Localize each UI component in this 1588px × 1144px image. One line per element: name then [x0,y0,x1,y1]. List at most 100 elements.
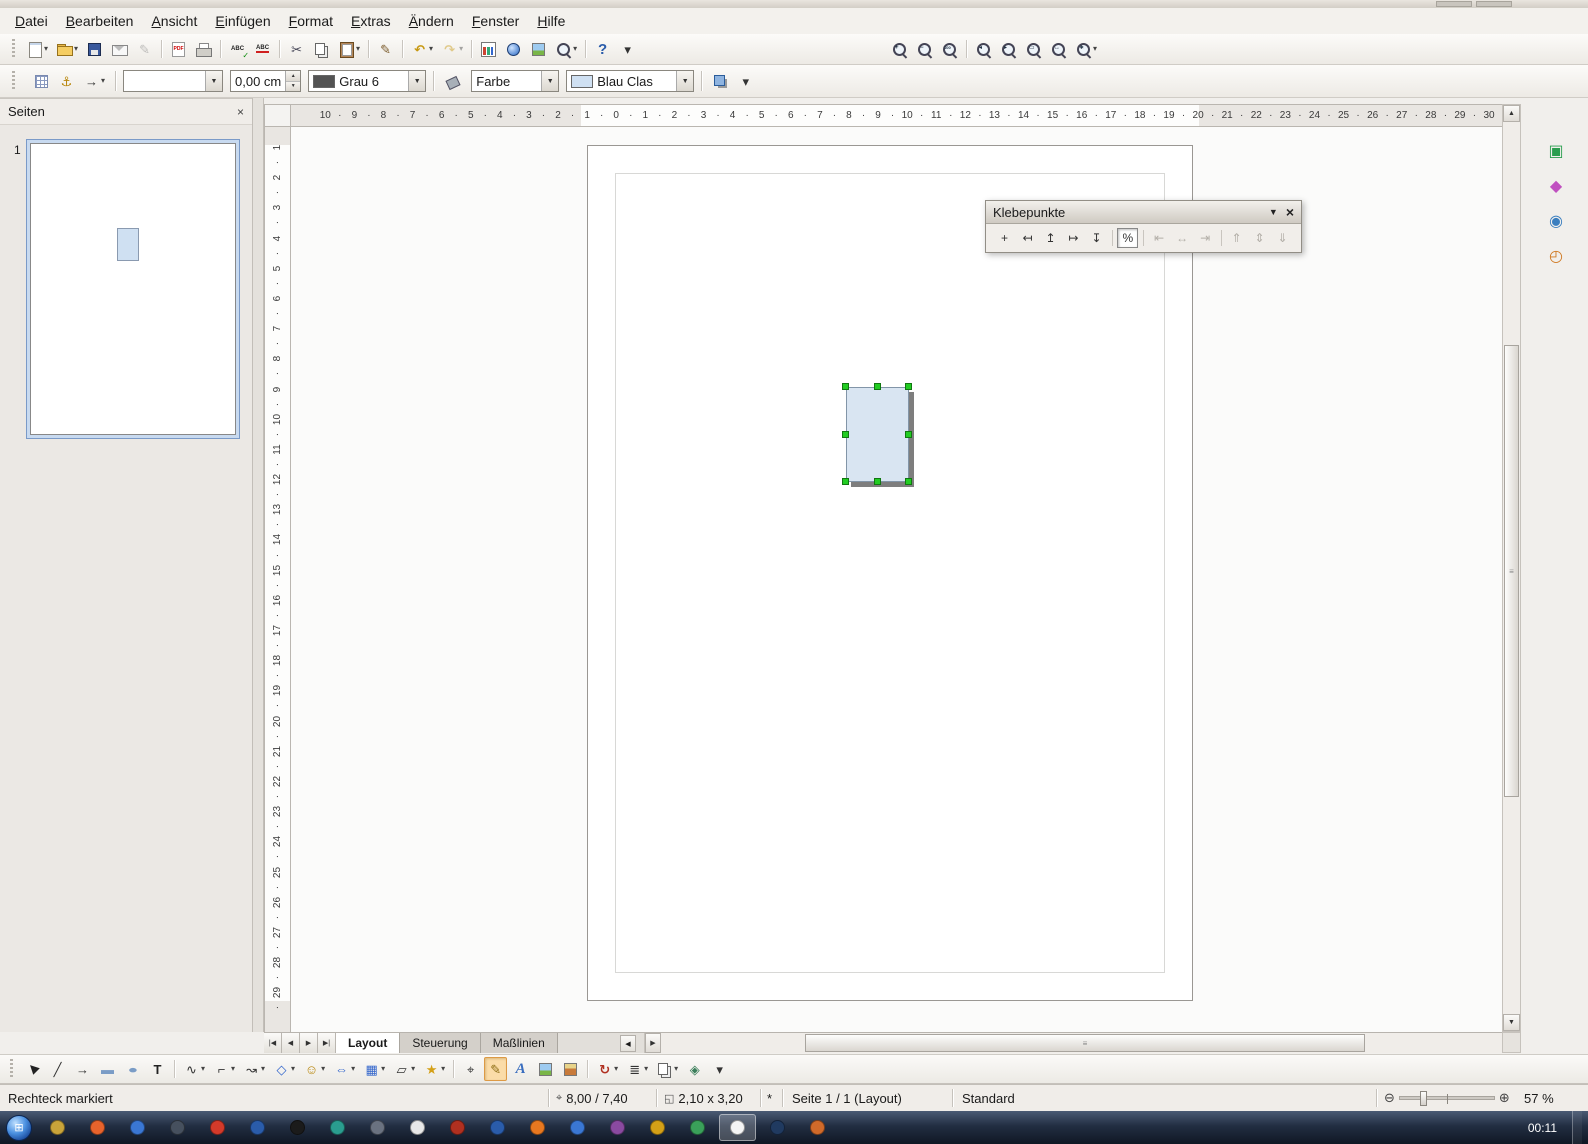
flowchart-icon[interactable]: ▦ ▾ [360,1057,388,1081]
taskbar-app-icon[interactable] [719,1114,756,1141]
spin-up-icon[interactable]: ▲ [286,71,300,82]
exit-direction-top-icon[interactable]: ↥ [1040,228,1061,248]
menu-item[interactable]: Hilfe [528,10,574,32]
arrow-style-icon[interactable]: → ▾ [80,69,108,93]
selection-handle[interactable] [905,478,912,485]
taskbar-app-icon[interactable] [799,1114,836,1141]
horizontal-scrollbar-thumb[interactable]: ≡ [805,1034,1365,1052]
tab-layout[interactable]: Layout [336,1033,400,1053]
vertical-scrollbar[interactable]: ▲ ≡ ▼ [1502,104,1521,1032]
toolbar-options-icon[interactable]: ▾ [708,1057,731,1081]
glue-horizontal-left-icon[interactable]: ⇤ [1149,228,1170,248]
save-icon[interactable] [83,37,106,61]
text-icon[interactable]: T [146,1057,169,1081]
insert-glue-point-icon[interactable]: + [994,228,1015,248]
spellcheck-icon[interactable]: ABC✓ [226,37,249,61]
page[interactable] [587,145,1193,1001]
zoom-percent[interactable]: 57 % [1524,1085,1554,1111]
selection-handle[interactable] [842,431,849,438]
ellipse-icon[interactable]: ● [121,1057,144,1081]
chevron-down-icon[interactable]: ▼ [408,71,425,91]
menu-item[interactable]: Bearbeiten [57,10,143,32]
line-icon[interactable]: ╱ [46,1057,69,1081]
arrange-icon[interactable]: ▾ [653,1057,681,1081]
export-pdf-icon[interactable] [167,37,190,61]
line-color-select[interactable]: Grau 6 ▼ [308,70,426,92]
next-page-icon[interactable]: ▶ [300,1033,318,1053]
selection-handle[interactable] [874,478,881,485]
zoom-slider-track[interactable] [1399,1096,1495,1100]
horizontal-scrollbar[interactable]: ◀ ≡ ▶ [644,1033,1502,1053]
taskbar-app-icon[interactable] [439,1114,476,1141]
paste-icon[interactable]: ▾ [335,37,363,61]
selection-handle[interactable] [842,383,849,390]
page-thumbnail[interactable] [26,139,240,439]
fill-type-select[interactable]: Farbe ▼ [471,70,559,92]
last-page-icon[interactable]: ▶| [318,1033,336,1053]
chevron-down-icon[interactable]: ▼ [205,71,222,91]
hyperlink-icon[interactable] [502,37,525,61]
taskbar-app-icon[interactable] [279,1114,316,1141]
first-page-icon[interactable]: |◀ [264,1033,282,1053]
glue-point-relative-icon[interactable]: % [1117,228,1138,248]
chevron-down-icon[interactable]: ▼ [676,71,693,91]
glue-vertical-top-icon[interactable]: ⇑ [1226,228,1247,248]
taskbar-app-icon[interactable] [399,1114,436,1141]
display-grid-icon[interactable] [30,69,53,93]
gallery-icon[interactable] [527,37,550,61]
scroll-down-icon[interactable]: ▼ [1503,1014,1520,1031]
line-width-stepper[interactable]: 0,00 cm ▲ ▼ [230,70,301,92]
exit-direction-right-icon[interactable]: ↦ [1063,228,1084,248]
cut-icon[interactable]: ✂ [285,37,308,61]
block-arrows-icon[interactable]: ⇔ ▾ [330,1057,358,1081]
exit-direction-left-icon[interactable]: ↤ [1017,228,1038,248]
glue-horizontal-right-icon[interactable]: ⇥ [1195,228,1216,248]
scroll-up-icon[interactable]: ▲ [1503,105,1520,122]
document-as-email-icon[interactable] [108,37,131,61]
print-icon[interactable] [192,37,215,61]
select-icon[interactable]: ▶ [21,1057,44,1081]
zoom-next-icon[interactable]: ▸ [997,37,1020,61]
anchor-icon[interactable]: ⚓ [55,69,78,93]
taskbar-app-icon[interactable] [79,1114,116,1141]
zoom-in-icon[interactable]: + [888,37,911,61]
taskbar-app-icon[interactable] [479,1114,516,1141]
shadow-icon[interactable] [709,69,732,93]
zoom-out-icon[interactable]: ⊖ [1384,1090,1395,1106]
connector-icon[interactable]: ⌐ ▾ [210,1057,238,1081]
lines-arrows-icon[interactable]: ↝ ▾ [240,1057,268,1081]
panel-splitter[interactable] [252,98,264,1032]
callouts-icon[interactable]: ▱ ▾ [390,1057,418,1081]
gallery-icon[interactable]: ◆ [1546,177,1566,197]
help-icon[interactable]: ? [591,37,614,61]
auto-spellcheck-icon[interactable]: ABC [251,37,274,61]
glue-vertical-center-icon[interactable]: ⇕ [1249,228,1270,248]
drawing-canvas[interactable] [291,127,1502,1032]
toolbar-options-icon[interactable]: ▾ [616,37,639,61]
symbol-shapes-icon[interactable]: ☺ ▾ [300,1057,328,1081]
basic-shapes-icon[interactable]: ◇ ▾ [270,1057,298,1081]
selection-handle[interactable] [874,383,881,390]
from-file-icon[interactable] [534,1057,557,1081]
tab-scroll-left-icon[interactable]: ◀ [620,1035,636,1052]
clock-icon[interactable]: ◴ [1546,247,1566,267]
new-document-icon[interactable]: ▾ [23,37,51,61]
spin-down-icon[interactable]: ▼ [286,82,300,92]
selection-handle[interactable] [905,383,912,390]
gallery-icon[interactable] [559,1057,582,1081]
copy-icon[interactable] [310,37,333,61]
line-style-select[interactable]: ▼ [123,70,223,92]
stars-icon[interactable]: ★ ▾ [420,1057,448,1081]
taskbar-app-icon[interactable] [759,1114,796,1141]
find-replace-icon[interactable]: ▾ [552,37,580,61]
zoom-page-width-icon[interactable]: ↔ [1047,37,1070,61]
menu-item[interactable]: Fenster [463,10,528,32]
zoom-in-icon[interactable]: ⊕ [1499,1090,1510,1106]
undo-icon[interactable]: ↶ ▾ [408,37,436,61]
toolbar-options-icon[interactable]: ▾ [734,69,757,93]
insert-chart-icon[interactable] [477,37,500,61]
window-minimize-button[interactable] [1436,1,1472,7]
page-indicator[interactable]: Seite 1 / 1 (Layout) [792,1085,902,1111]
extrusion-icon[interactable]: ◈ [683,1057,706,1081]
fill-style-icon[interactable] [441,69,464,93]
